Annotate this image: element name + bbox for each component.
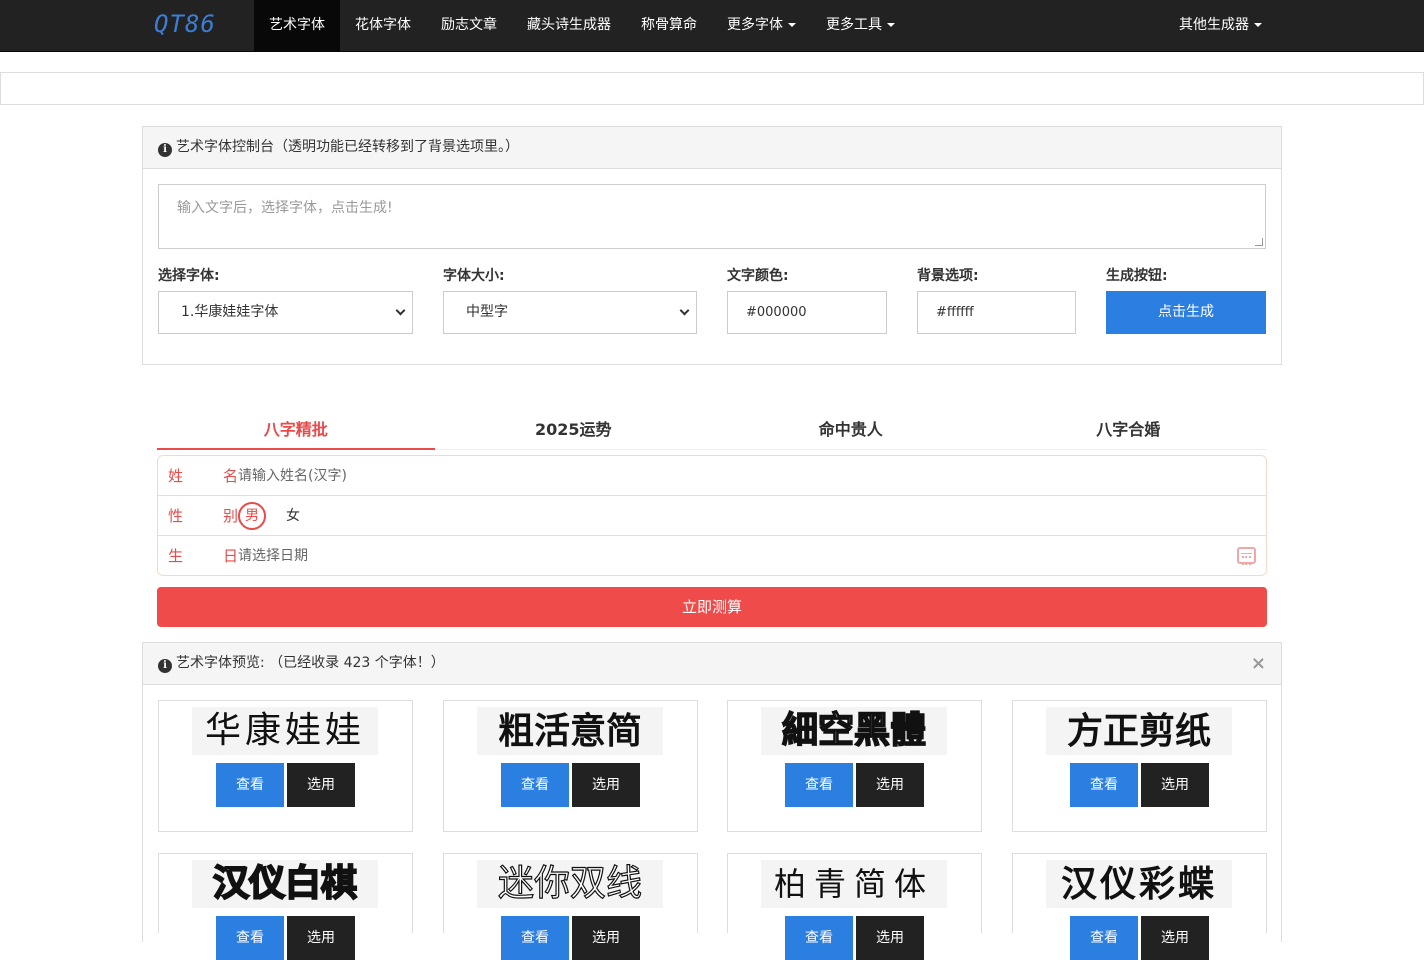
font-card: 汉仪白棋 查看 选用: [158, 853, 413, 960]
name-label: 姓名: [168, 467, 238, 485]
birth-label: 生日: [168, 547, 238, 565]
caret-down-icon: [887, 23, 895, 27]
bg-input-label: 背景选项:: [917, 268, 979, 284]
nav-item-articles[interactable]: 励志文章: [426, 0, 512, 51]
select-button[interactable]: 选用: [287, 916, 355, 960]
view-button[interactable]: 查看: [785, 763, 853, 807]
brand-logo[interactable]: QT86: [154, 10, 216, 38]
select-button[interactable]: 选用: [1141, 763, 1209, 807]
font-sample: 方正剪纸: [1046, 707, 1232, 755]
console-title: 艺术字体控制台（透明功能已经转移到了背景选项里。）: [176, 139, 519, 155]
preview-header: i 艺术字体预览: （已经收录 423 个字体！） ×: [143, 643, 1281, 685]
info-icon: i: [158, 143, 172, 157]
bazi-tabs: 八字精批 2025运势 命中贵人 八字合婚: [157, 410, 1267, 450]
chevron-down-icon: [395, 305, 406, 316]
top-navbar: QT86 艺术字体 花体字体 励志文章 藏头诗生成器 称骨算命 更多字体 更多工…: [0, 0, 1424, 52]
text-color-input[interactable]: #000000: [727, 291, 887, 334]
color-input-label: 文字颜色:: [727, 268, 789, 284]
nav-item-more-tools[interactable]: 更多工具: [811, 0, 910, 51]
font-sample: 汉仪彩蝶: [1046, 860, 1232, 908]
view-button[interactable]: 查看: [216, 916, 284, 960]
bg-color-input[interactable]: #ffffff: [917, 291, 1076, 334]
font-card: 柏青简体 查看 选用: [727, 853, 982, 960]
font-sample: 华康娃娃: [192, 707, 378, 755]
name-row: 姓名 请输入姓名(汉字): [158, 456, 1266, 496]
calendar-icon[interactable]: [1237, 547, 1256, 565]
text-input[interactable]: 输入文字后，选择字体，点击生成!: [158, 184, 1266, 249]
size-select[interactable]: 中型字: [443, 291, 697, 334]
birth-date-input[interactable]: 请选择日期: [238, 536, 308, 576]
nav-item-art-fonts[interactable]: 艺术字体: [254, 0, 340, 51]
view-button[interactable]: 查看: [1070, 916, 1138, 960]
console-header: i 艺术字体控制台（透明功能已经转移到了背景选项里。）: [143, 127, 1281, 169]
generate-button[interactable]: 点击生成: [1106, 291, 1266, 334]
font-card: 方正剪纸 查看 选用: [1012, 700, 1267, 832]
gender-male-radio[interactable]: 男: [238, 502, 266, 530]
nav-item-other-generators[interactable]: 其他生成器: [1164, 0, 1277, 51]
caret-down-icon: [1254, 23, 1262, 27]
caret-down-icon: [788, 23, 796, 27]
font-select-label: 选择字体:: [158, 268, 220, 284]
view-button[interactable]: 查看: [501, 763, 569, 807]
gender-female-radio[interactable]: 女: [286, 496, 300, 536]
ad-banner: [0, 72, 1424, 105]
font-sample: 粗活意简: [477, 707, 663, 755]
select-button[interactable]: 选用: [856, 916, 924, 960]
nav-item-more-fonts[interactable]: 更多字体: [712, 0, 811, 51]
tab-bazi-reading[interactable]: 八字精批: [157, 410, 435, 450]
resize-handle-icon[interactable]: [1255, 238, 1263, 246]
gender-label: 性别: [168, 507, 238, 525]
name-input[interactable]: 请输入姓名(汉字): [238, 456, 347, 496]
font-card: 迷你双线 查看 选用: [443, 853, 698, 960]
preview-title: 艺术字体预览: （已经收录 423 个字体！）: [176, 655, 445, 671]
font-sample: 細空黑體: [761, 707, 947, 755]
font-card: 汉仪彩蝶 查看 选用: [1012, 853, 1267, 960]
close-icon[interactable]: ×: [1251, 643, 1266, 684]
select-button[interactable]: 选用: [572, 763, 640, 807]
select-button[interactable]: 选用: [572, 916, 640, 960]
gender-row: 性别 男 女: [158, 496, 1266, 536]
view-button[interactable]: 查看: [785, 916, 853, 960]
view-button[interactable]: 查看: [216, 763, 284, 807]
font-sample: 迷你双线: [477, 860, 663, 908]
info-icon: i: [158, 659, 172, 673]
font-card: 粗活意简 查看 选用: [443, 700, 698, 832]
tab-yearly-fortune[interactable]: 2025运势: [435, 410, 713, 449]
font-card: 細空黑體 查看 选用: [727, 700, 982, 832]
tab-noble-person[interactable]: 命中贵人: [712, 410, 990, 449]
nav-item-fancy-fonts[interactable]: 花体字体: [340, 0, 426, 51]
font-card: 华康娃娃 查看 选用: [158, 700, 413, 832]
select-button[interactable]: 选用: [856, 763, 924, 807]
view-button[interactable]: 查看: [501, 916, 569, 960]
font-sample: 柏青简体: [761, 860, 947, 908]
main-nav: 艺术字体 花体字体 励志文章 藏头诗生成器 称骨算命 更多字体 更多工具: [254, 0, 910, 51]
calculate-button[interactable]: 立即测算: [157, 587, 1267, 627]
font-sample: 汉仪白棋: [192, 860, 378, 908]
bazi-form: 姓名 请输入姓名(汉字) 性别 男 女 生日 请选择日期: [157, 455, 1267, 576]
generate-label: 生成按钮:: [1106, 268, 1168, 284]
nav-item-fortune[interactable]: 称骨算命: [626, 0, 712, 51]
select-button[interactable]: 选用: [1141, 916, 1209, 960]
tab-marriage-match[interactable]: 八字合婚: [990, 410, 1268, 449]
birth-row: 生日 请选择日期: [158, 536, 1266, 576]
console-panel: i 艺术字体控制台（透明功能已经转移到了背景选项里。） 输入文字后，选择字体，点击…: [142, 126, 1282, 365]
chevron-down-icon: [679, 305, 690, 316]
nav-item-acrostic[interactable]: 藏头诗生成器: [512, 0, 626, 51]
select-button[interactable]: 选用: [287, 763, 355, 807]
size-select-label: 字体大小:: [443, 268, 505, 284]
view-button[interactable]: 查看: [1070, 763, 1138, 807]
font-select[interactable]: 1.华康娃娃字体: [158, 291, 413, 334]
